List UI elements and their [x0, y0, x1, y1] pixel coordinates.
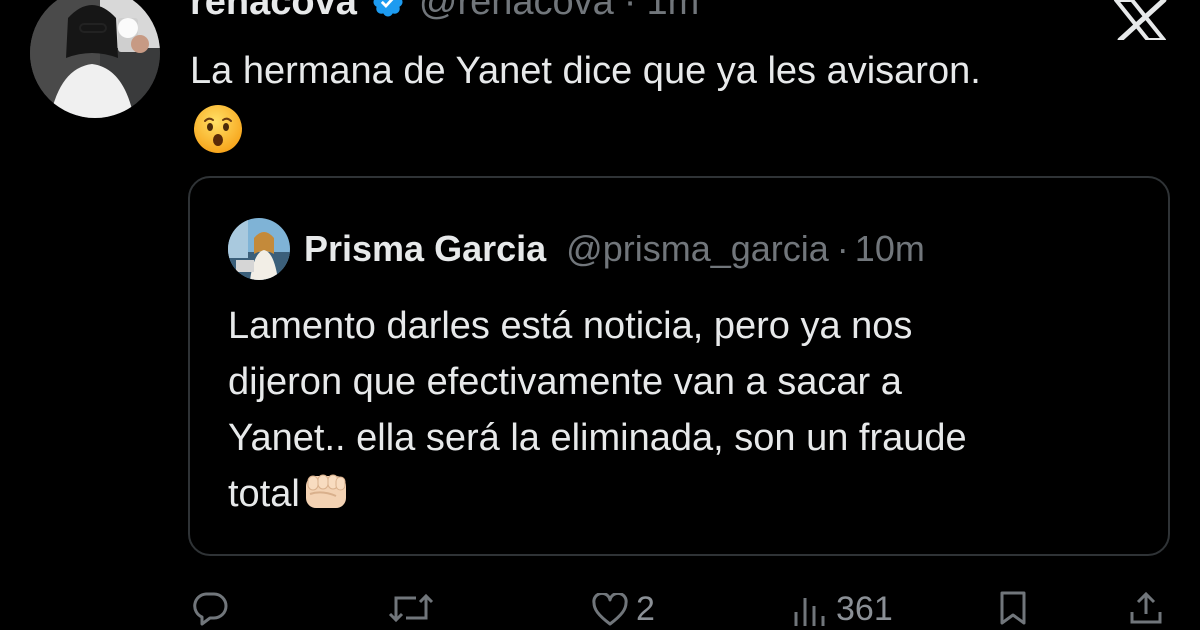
quoted-tweet-card[interactable]: Prisma Garcia @prisma_garcia · 10m Lamen…	[188, 176, 1170, 556]
reply-button[interactable]	[190, 590, 230, 626]
time-separator: ·	[623, 0, 637, 23]
surprised-face-emoji-icon	[194, 105, 242, 153]
quoted-text-line: total	[228, 473, 300, 515]
like-button[interactable]: 2	[592, 590, 655, 629]
quoted-author-handle[interactable]: @prisma_garcia	[566, 228, 829, 270]
quoted-text-line: dijeron que efectivamente van a sacar a	[228, 361, 902, 403]
author-avatar[interactable]	[30, 0, 160, 118]
views-button[interactable]: 361	[792, 590, 893, 629]
share-icon	[1130, 591, 1162, 624]
tweet-action-bar: 2 361	[0, 586, 1200, 630]
author-handle[interactable]: @renacova	[419, 0, 614, 24]
tweet-time[interactable]: 1m	[646, 0, 699, 24]
quoted-tweet-header: Prisma Garcia @prisma_garcia · 10m	[304, 224, 925, 274]
quoted-text-line: Yanet.. ella será la eliminada, son un f…	[228, 417, 967, 459]
share-button[interactable]	[1128, 590, 1164, 626]
tweet-text: La hermana de Yanet dice que ya les avis…	[190, 50, 981, 92]
verified-badge-icon	[373, 0, 403, 17]
bookmark-icon	[1000, 591, 1026, 625]
quoted-text-line: Lamento darles está noticia, pero ya nos	[228, 305, 913, 347]
quoted-tweet-text: Lamento darles está noticia, pero ya nos…	[228, 298, 1148, 522]
profile-photo-icon	[30, 0, 160, 118]
retweet-button[interactable]	[388, 590, 434, 626]
views-icon	[794, 597, 825, 626]
tweet-header: renacova @renacova · 1m	[190, 0, 699, 26]
fist-emoji-icon	[305, 474, 346, 508]
author-display-name[interactable]: renacova	[190, 0, 357, 24]
heart-icon	[592, 592, 628, 625]
reply-icon	[193, 592, 228, 626]
quoted-author-display-name[interactable]: Prisma Garcia	[304, 228, 546, 270]
bookmark-button[interactable]	[998, 590, 1028, 626]
retweet-icon	[388, 593, 434, 623]
quoted-author-avatar[interactable]	[228, 218, 290, 280]
x-logo-icon[interactable]	[1112, 0, 1168, 40]
like-count: 2	[636, 590, 655, 628]
views-count: 361	[836, 590, 893, 628]
quoted-tweet-time[interactable]: 10m	[855, 228, 925, 270]
profile-photo-icon	[228, 218, 290, 280]
quoted-text-line-last: total	[228, 466, 1148, 522]
time-separator: ·	[836, 228, 849, 269]
